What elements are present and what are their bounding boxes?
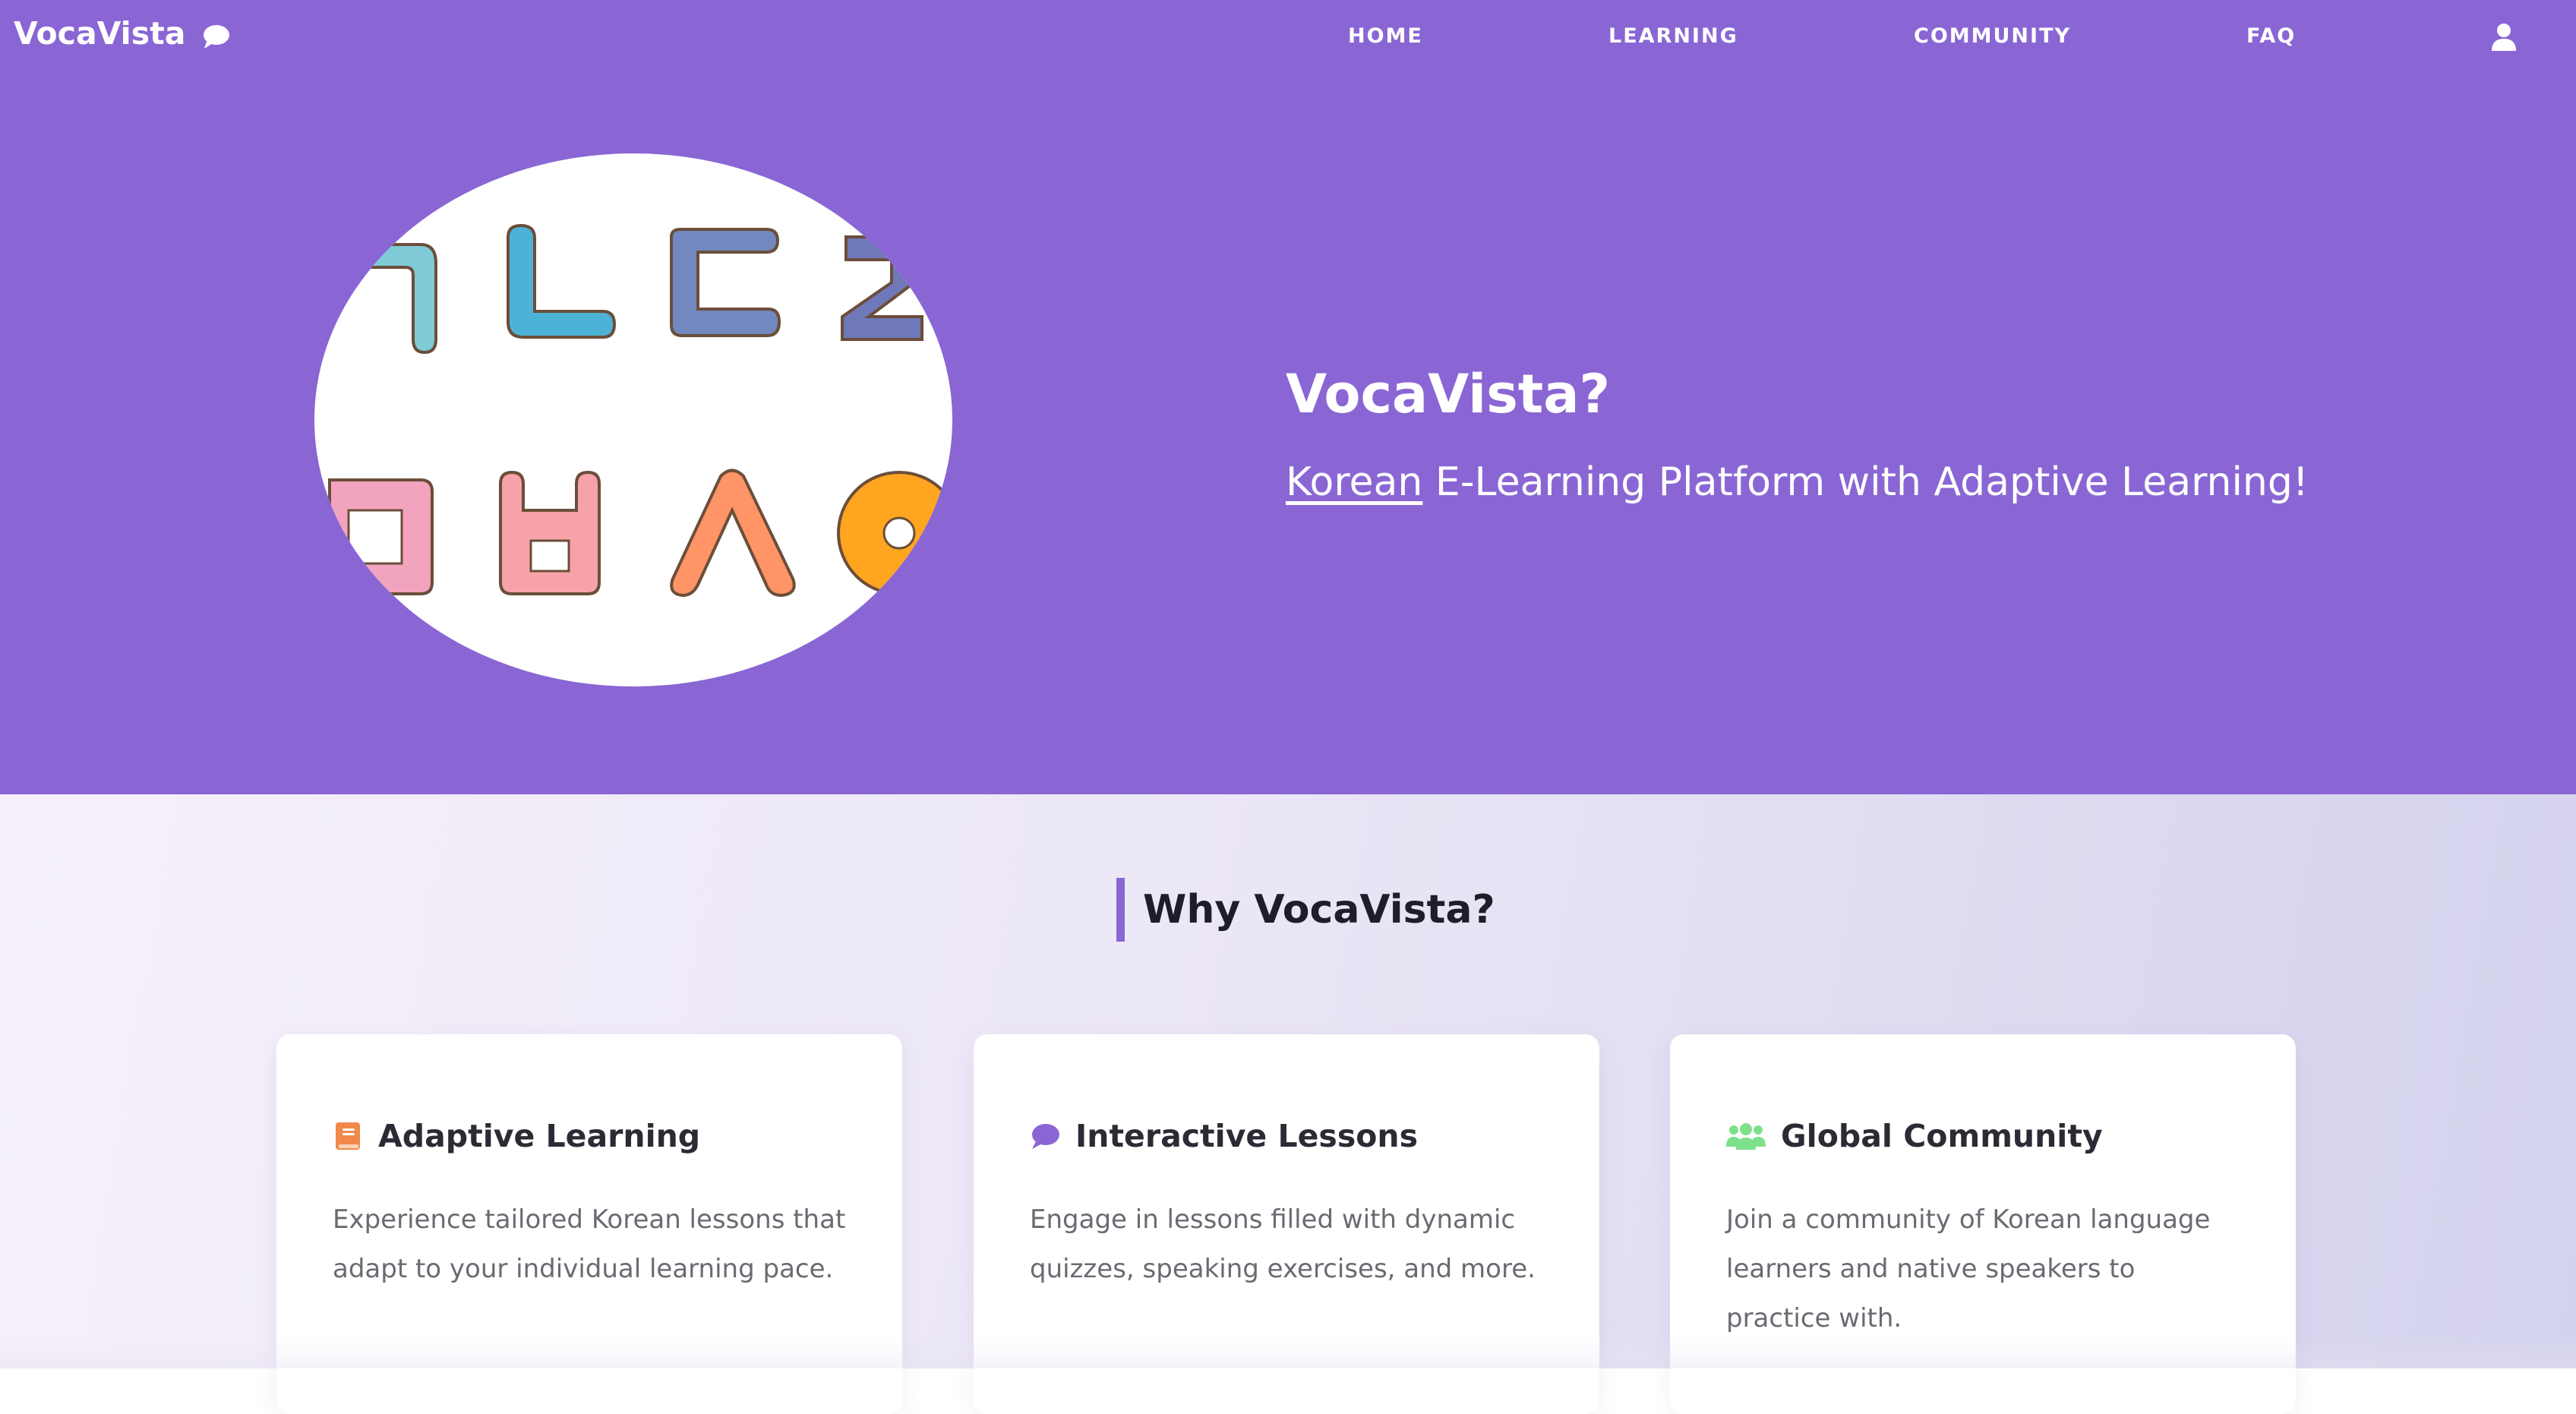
card-title: Adaptive Learning [378, 1118, 701, 1154]
user-icon[interactable] [2491, 23, 2517, 52]
hero-subtitle-highlight[interactable]: Korean [1286, 459, 1422, 505]
top-navbar: VocaVista HOME LEARNING COMMUNITY FAQ [0, 0, 2576, 74]
card-description: Join a community of Korean language lear… [1726, 1204, 2211, 1334]
brand-name: VocaVista [14, 15, 186, 52]
chat-bubble-icon [1030, 1121, 1060, 1151]
card-header: Adaptive Learning [333, 1118, 700, 1154]
hangul-letters-image [314, 153, 952, 686]
hero-section: VocaVista HOME LEARNING COMMUNITY FAQ Vo… [0, 0, 2576, 794]
card-title: Interactive Lessons [1075, 1118, 1418, 1154]
brand-logo[interactable]: VocaVista [14, 15, 231, 52]
card-header: Interactive Lessons [1030, 1118, 1418, 1154]
bottom-fade [0, 1337, 2576, 1368]
hero-subtitle-text: E-Learning Platform with Adaptive Learni… [1422, 459, 2309, 505]
card-description: Experience tailored Korean lessons that … [333, 1204, 846, 1284]
nav-faq[interactable]: FAQ [2246, 24, 2296, 48]
section-title: Why VocaVista? [1116, 878, 1495, 942]
chat-bubble-icon [202, 21, 231, 49]
hero-subtitle: Korean E-Learning Platform with Adaptive… [1286, 459, 2309, 505]
nav-community[interactable]: COMMUNITY [1914, 24, 2071, 48]
users-icon [1726, 1121, 1766, 1151]
card-title: Global Community [1781, 1118, 2103, 1154]
card-description: Engage in lessons filled with dynamic qu… [1030, 1204, 1536, 1284]
book-icon [333, 1121, 363, 1151]
nav-learning[interactable]: LEARNING [1608, 24, 1738, 48]
card-header: Global Community [1726, 1118, 2103, 1154]
hero-title: VocaVista? [1286, 363, 1611, 425]
nav-home[interactable]: HOME [1348, 24, 1423, 48]
features-section: Why VocaVista? Adaptive Learning Experie… [0, 794, 2576, 1414]
